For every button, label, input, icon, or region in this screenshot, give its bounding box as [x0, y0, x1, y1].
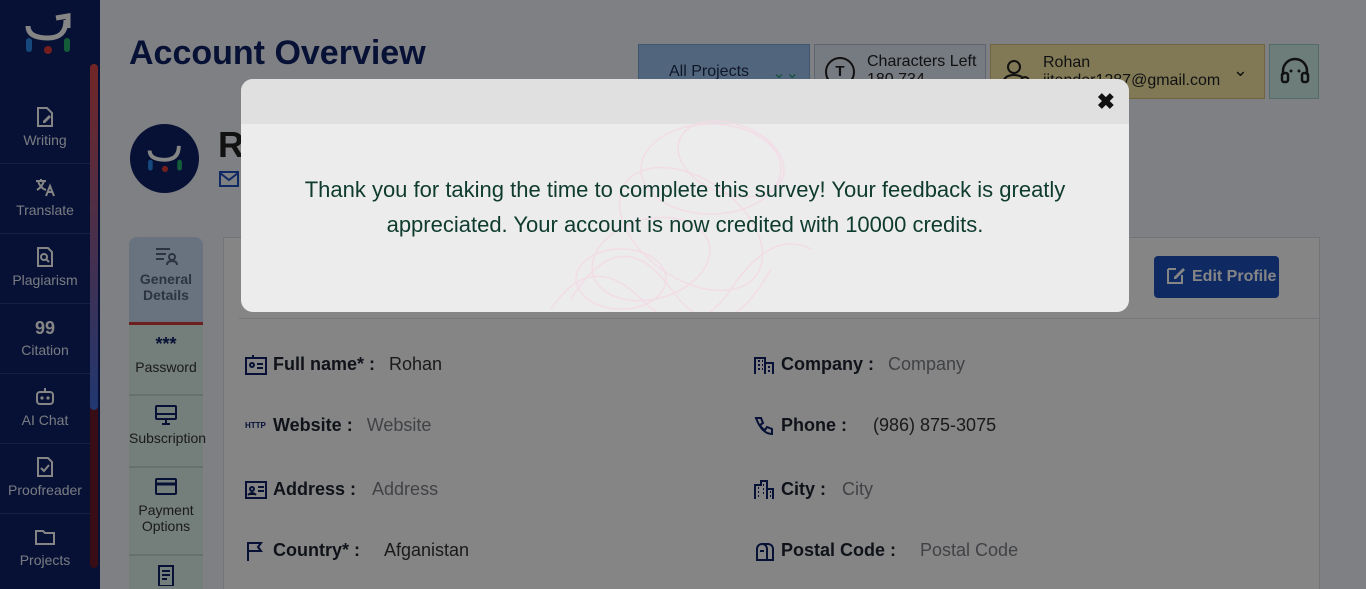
- close-icon[interactable]: ✖: [1097, 91, 1115, 113]
- modal-message: Thank you for taking the time to complet…: [304, 177, 1066, 237]
- survey-thanks-modal: ✖ Thank you for taking the time to compl…: [241, 79, 1129, 312]
